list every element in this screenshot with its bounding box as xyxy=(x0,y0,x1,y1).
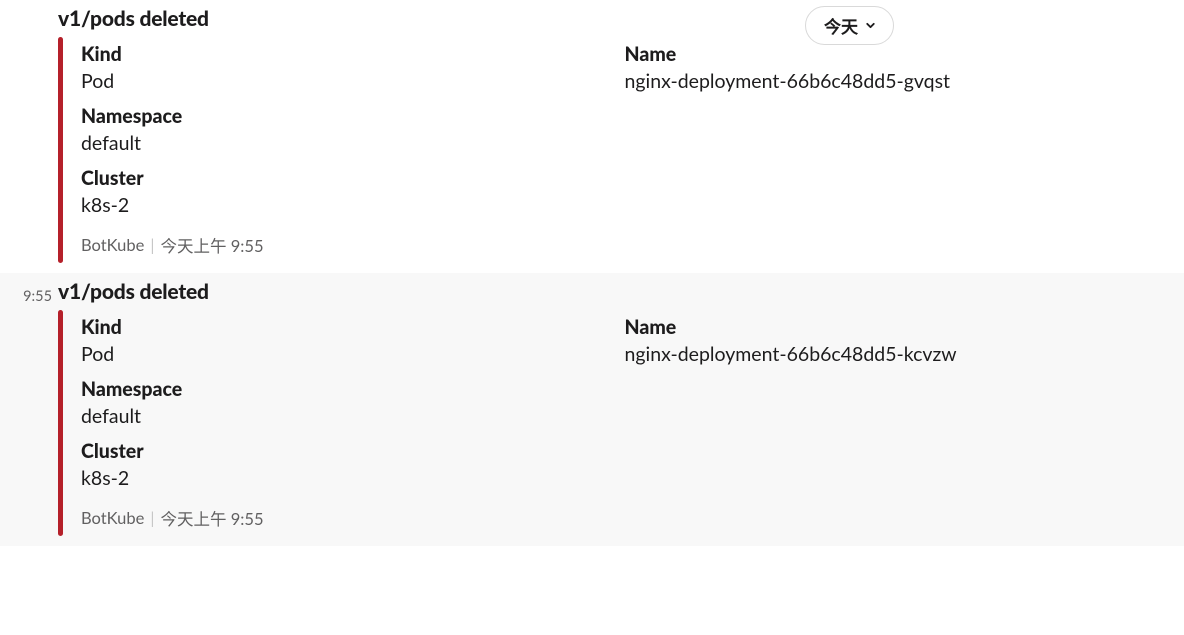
field-label: Kind xyxy=(81,43,605,66)
field-label: Cluster xyxy=(81,440,1148,463)
message-body: v1/pods deleted Kind Pod Name nginx-depl… xyxy=(54,4,1168,263)
field-namespace: Namespace default xyxy=(81,101,1168,163)
attachment: Kind Pod Name nginx-deployment-66b6c48dd… xyxy=(58,310,1168,536)
field-label: Namespace xyxy=(81,105,1148,128)
field-cluster: Cluster k8s-2 xyxy=(81,436,1168,498)
field-value: k8s-2 xyxy=(81,194,1148,217)
attachment-content: Kind Pod Name nginx-deployment-66b6c48dd… xyxy=(81,37,1168,263)
message-gutter: 9:55 xyxy=(8,277,54,305)
field-value: Pod xyxy=(81,70,605,93)
field-name: Name nginx-deployment-66b6c48dd5-gvqst xyxy=(625,39,1169,101)
field-value: nginx-deployment-66b6c48dd5-kcvzw xyxy=(625,343,1149,366)
message-title: v1/pods deleted xyxy=(58,6,1168,31)
attachment-color-bar xyxy=(58,310,63,536)
footer-separator: | xyxy=(150,235,154,255)
field-label: Namespace xyxy=(81,378,1148,401)
message-row: 9:55 v1/pods deleted Kind Pod Name nginx… xyxy=(0,273,1184,546)
footer-timestamp: 今天上午 9:55 xyxy=(160,233,263,257)
footer-timestamp: 今天上午 9:55 xyxy=(160,506,263,530)
field-label: Cluster xyxy=(81,167,1148,190)
footer-app[interactable]: BotKube xyxy=(81,508,144,528)
attachment: Kind Pod Name nginx-deployment-66b6c48dd… xyxy=(58,37,1168,263)
message-gutter xyxy=(8,4,54,10)
field-value: k8s-2 xyxy=(81,467,1148,490)
footer-separator: | xyxy=(150,508,154,528)
field-name: Name nginx-deployment-66b6c48dd5-kcvzw xyxy=(625,312,1169,374)
date-divider[interactable]: 今天 xyxy=(805,6,894,45)
field-value: default xyxy=(81,405,1148,428)
footer-app[interactable]: BotKube xyxy=(81,235,144,255)
attachment-content: Kind Pod Name nginx-deployment-66b6c48dd… xyxy=(81,310,1168,536)
attachment-color-bar xyxy=(58,37,63,263)
message-timestamp[interactable]: 9:55 xyxy=(23,288,52,305)
field-label: Name xyxy=(625,43,1149,66)
attachment-footer: BotKube | 今天上午 9:55 xyxy=(81,233,1168,257)
field-value: default xyxy=(81,132,1148,155)
chevron-down-icon xyxy=(864,19,877,32)
field-namespace: Namespace default xyxy=(81,374,1168,436)
attachment-footer: BotKube | 今天上午 9:55 xyxy=(81,506,1168,530)
field-kind: Kind Pod xyxy=(81,39,625,101)
field-value: Pod xyxy=(81,343,605,366)
field-value: nginx-deployment-66b6c48dd5-gvqst xyxy=(625,70,1149,93)
field-kind: Kind Pod xyxy=(81,312,625,374)
date-divider-label: 今天 xyxy=(824,13,858,38)
message-title: v1/pods deleted xyxy=(58,279,1168,304)
field-label: Name xyxy=(625,316,1149,339)
field-label: Kind xyxy=(81,316,605,339)
message-body: v1/pods deleted Kind Pod Name nginx-depl… xyxy=(54,277,1168,536)
message-row: v1/pods deleted Kind Pod Name nginx-depl… xyxy=(0,0,1184,273)
field-cluster: Cluster k8s-2 xyxy=(81,163,1168,225)
